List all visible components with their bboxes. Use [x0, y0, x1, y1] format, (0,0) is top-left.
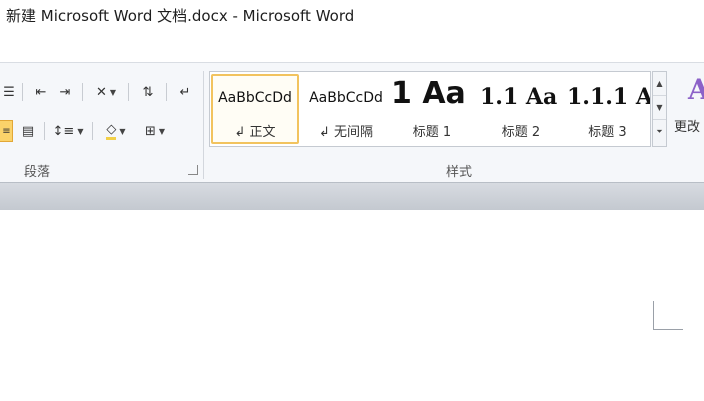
sort-button[interactable]: ⇅ — [136, 81, 160, 103]
style-name: 标题 1 — [412, 125, 452, 140]
bullets-list-icon: ☰ — [3, 84, 15, 100]
chinese-layout-icon: ✕ — [95, 84, 107, 100]
borders-icon: ⊞ — [144, 123, 156, 139]
separator — [82, 83, 83, 101]
gallery-more-icon[interactable]: ⏷ — [653, 120, 666, 144]
decrease-indent-icon: ⇤ — [35, 84, 47, 100]
style-name: ↲ 无间隔 — [318, 125, 374, 140]
ruler-bar — [0, 182, 704, 210]
styles-gallery-scrollbar: ▲ ▼ ⏷ — [652, 71, 667, 147]
shading-button[interactable]: ◇ ▼ — [98, 120, 134, 142]
change-styles-button[interactable]: A 更改 — [672, 71, 704, 161]
group-separator — [203, 71, 204, 179]
style-preview: 1.1 Aa — [480, 84, 558, 110]
separator — [92, 122, 93, 140]
style-preview: AaBbCcDd — [309, 90, 383, 106]
paragraph-mark-icon: ↵ — [179, 84, 191, 100]
document-area[interactable] — [0, 210, 704, 401]
style-no-spacing[interactable]: AaBbCcDd ↲ 无间隔 — [302, 74, 390, 144]
styles-gallery: AaBbCcDd ↲ 正文 AaBbCcDd ↲ 无间隔 1 Aa 标题 1 1… — [209, 71, 651, 147]
borders-button[interactable]: ⊞ ▼ — [138, 120, 172, 142]
gallery-scroll-up-icon[interactable]: ▲ — [653, 72, 666, 96]
distributed-align-icon: ≡ — [2, 125, 11, 137]
justify-button[interactable]: ▤ — [17, 120, 39, 142]
style-normal[interactable]: AaBbCcDd ↲ 正文 — [211, 74, 299, 144]
style-preview: 1 Aa — [391, 76, 466, 111]
sort-icon: ⇅ — [142, 84, 154, 100]
page-margin-mark — [653, 301, 654, 330]
style-heading-3[interactable]: 1.1.1 A 标题 3 — [565, 74, 650, 144]
separator — [166, 83, 167, 101]
style-name: 标题 2 — [501, 125, 541, 140]
window-title: 新建 Microsoft Word 文档.docx - Microsoft Wo… — [6, 7, 355, 25]
line-spacing-icon: ↕≡ — [52, 123, 75, 139]
decrease-indent-button[interactable]: ⇤ — [30, 81, 52, 103]
paragraph-dialog-launcher-icon[interactable] — [188, 165, 198, 175]
style-name: ↲ 正文 — [234, 125, 276, 140]
paragraph-group-label: 段落 — [24, 165, 51, 180]
separator — [128, 83, 129, 101]
style-preview: 1.1.1 A — [567, 84, 650, 110]
justify-icon: ▤ — [21, 123, 35, 139]
show-hide-marks-button[interactable]: ↵ — [174, 81, 196, 103]
paragraph-group: ☰ ⇤ ⇥ ✕ ▼ ⇅ ↵ ≡ ▤ ↕≡ ▼ ◇ ▼ ⊞ ▼ 段落 — [0, 63, 203, 183]
chinese-layout-button[interactable]: ✕ ▼ — [90, 81, 122, 103]
gallery-scroll-down-icon[interactable]: ▼ — [653, 96, 666, 120]
increase-indent-icon: ⇥ — [59, 84, 71, 100]
style-heading-1[interactable]: 1 Aa 标题 1 — [388, 74, 476, 144]
separator — [22, 83, 23, 101]
style-name: 标题 3 — [588, 125, 627, 140]
style-heading-2[interactable]: 1.1 Aa 标题 2 — [477, 74, 565, 144]
page-margin-mark — [653, 329, 683, 330]
chevron-down-icon: ▼ — [119, 126, 126, 136]
increase-indent-button[interactable]: ⇥ — [54, 81, 76, 103]
chevron-down-icon: ▼ — [77, 126, 84, 136]
ribbon: ☰ ⇤ ⇥ ✕ ▼ ⇅ ↵ ≡ ▤ ↕≡ ▼ ◇ ▼ ⊞ ▼ 段落 AaBbCc… — [0, 62, 704, 182]
title-bar: 新建 Microsoft Word 文档.docx - Microsoft Wo… — [0, 0, 704, 62]
separator — [44, 122, 45, 140]
chevron-down-icon: ▼ — [109, 87, 117, 97]
change-styles-label: 更改 — [674, 120, 701, 135]
chevron-down-icon: ▼ — [158, 126, 166, 136]
style-preview: AaBbCcDd — [218, 90, 292, 106]
styles-group-label: 样式 — [446, 165, 473, 180]
distributed-align-button[interactable]: ≡ — [0, 120, 13, 142]
bullets-list-button[interactable]: ☰ — [0, 81, 18, 103]
shading-bucket-icon: ◇ — [106, 122, 117, 140]
line-spacing-button[interactable]: ↕≡ ▼ — [52, 120, 84, 142]
change-styles-icon: A — [688, 73, 704, 106]
